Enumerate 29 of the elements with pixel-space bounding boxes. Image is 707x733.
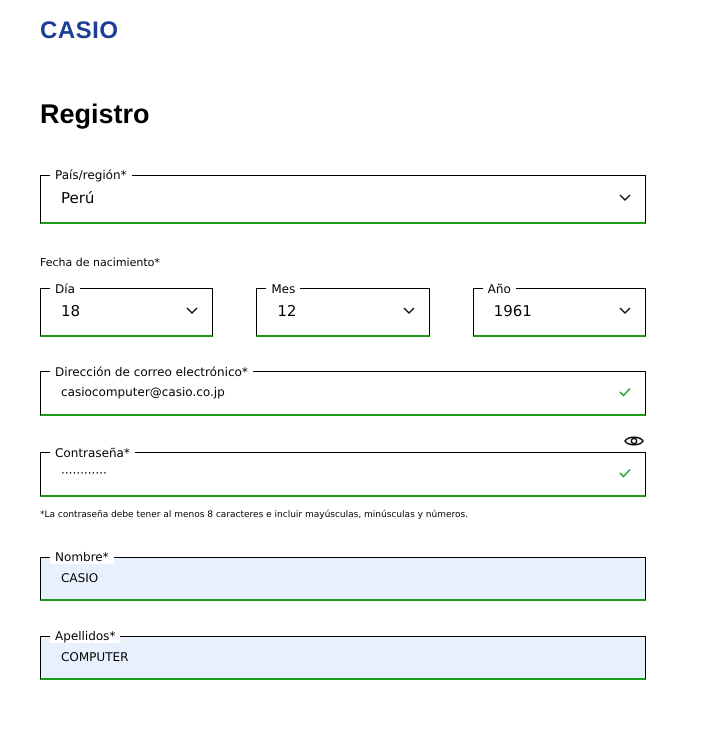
select-field[interactable]: Mes 12	[256, 282, 430, 336]
field-value: CASIO	[60, 570, 100, 586]
page-title: Registro	[40, 98, 150, 131]
field-value: 12	[276, 300, 298, 322]
input-field[interactable]: Nombre* CASIO	[40, 550, 646, 601]
chevron-down-icon	[619, 194, 631, 202]
field-label: Nombre*	[50, 550, 114, 564]
field-value: 18	[60, 300, 82, 322]
check-icon	[619, 387, 631, 397]
check-icon	[619, 468, 631, 478]
select-field[interactable]: Día 18	[40, 282, 214, 336]
field-label: Apellidos*	[50, 629, 120, 643]
select-field[interactable]: País/región* Perú	[40, 168, 646, 224]
logo[interactable]: CASIO	[40, 18, 119, 44]
select-field[interactable]: Año 1961	[472, 282, 646, 336]
field-value: COMPUTER	[60, 648, 130, 666]
chevron-down-icon	[186, 307, 198, 315]
section-label: Fecha de nacimiento*	[40, 255, 160, 271]
field-value: ············	[60, 465, 108, 482]
input-field[interactable]: Contraseña* ············	[40, 446, 646, 496]
input-field[interactable]: Dirección de correo electrónico* casiocomputer@casio.co.jp	[40, 364, 646, 416]
field-value: casiocomputer@casio.co.jp	[60, 384, 226, 401]
password-hint: *La contraseña debe tener al menos 8 caracteres e incluir mayúsculas, minúsculas y números.	[40, 508, 468, 522]
input-field[interactable]: Apellidos* COMPUTER	[40, 629, 646, 680]
field-value: Perú	[60, 188, 96, 209]
chevron-down-icon	[618, 307, 631, 315]
chevron-down-icon	[402, 307, 415, 315]
field-value: 1961	[492, 300, 533, 322]
eye-icon[interactable]	[624, 434, 644, 448]
